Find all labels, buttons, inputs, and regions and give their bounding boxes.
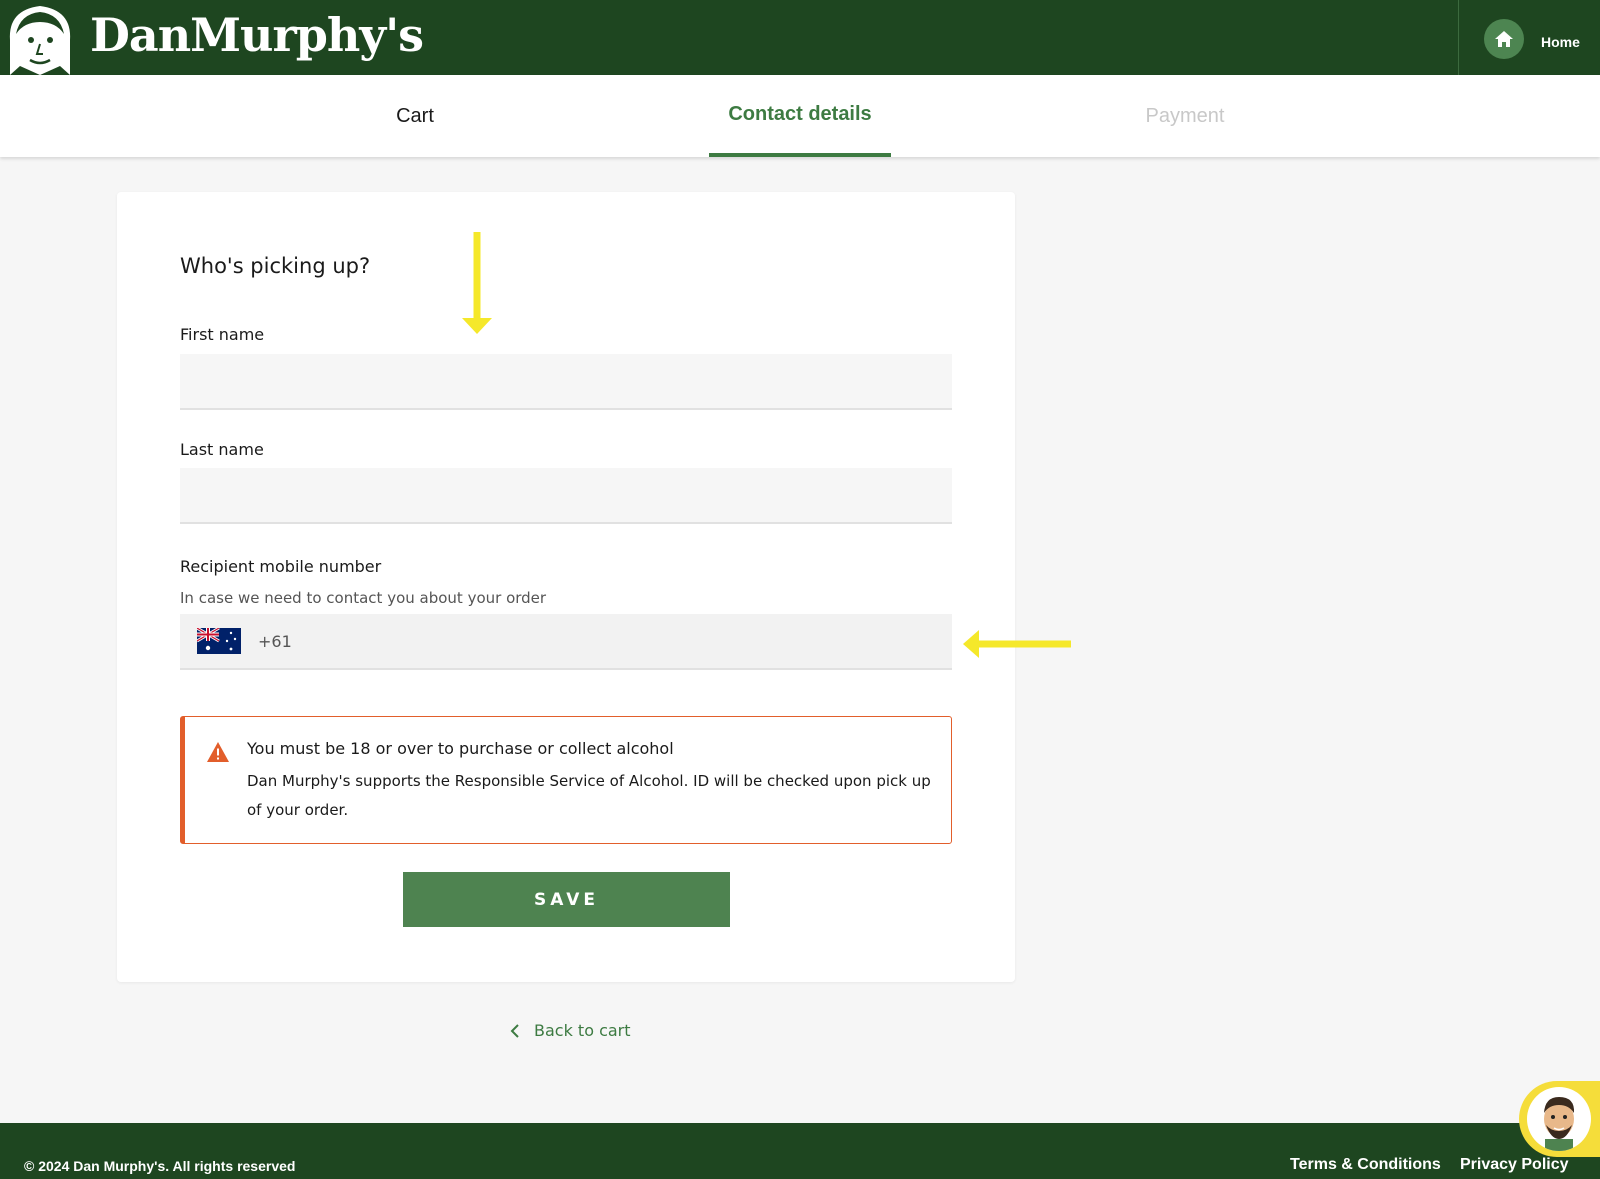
checkout-steps: Cart Contact details Payment — [0, 75, 1600, 157]
mobile-label: Recipient mobile number — [180, 557, 382, 576]
assistant-avatar-icon — [1544, 1097, 1575, 1151]
last-name-field[interactable] — [180, 468, 952, 524]
dan-murphy-logo-face[interactable] — [0, 0, 80, 75]
privacy-link[interactable]: Privacy Policy — [1460, 1156, 1569, 1174]
country-code: +61 — [258, 631, 292, 651]
mobile-number-field[interactable]: +61 — [180, 614, 952, 670]
pickup-form-card: Who's picking up? First name Last name R… — [117, 192, 1015, 982]
page-footer: © 2024 Dan Murphy's. All rights reserved… — [0, 1123, 1600, 1179]
first-name-field[interactable] — [180, 354, 952, 410]
step-contact-details[interactable]: Contact details — [709, 75, 891, 157]
home-icon — [1495, 31, 1513, 47]
back-to-cart-link[interactable]: Back to cart — [510, 1021, 631, 1040]
warning-title: You must be 18 or over to purchase or co… — [247, 739, 674, 758]
last-name-label: Last name — [180, 440, 264, 459]
save-button[interactable]: SAVE — [403, 872, 730, 927]
chat-widget[interactable] — [1519, 1081, 1600, 1157]
age-warning-box: You must be 18 or over to purchase or co… — [180, 716, 952, 844]
home-button[interactable] — [1484, 19, 1524, 59]
copyright-text: © 2024 Dan Murphy's. All rights reserved — [24, 1158, 296, 1174]
form-title: Who's picking up? — [180, 254, 371, 278]
australia-flag-icon[interactable] — [197, 628, 241, 654]
step-payment: Payment — [1145, 104, 1225, 127]
top-header: DanMurphy's Home — [0, 0, 1600, 75]
annotation-arrow-left — [963, 630, 1071, 658]
terms-link[interactable]: Terms & Conditions — [1290, 1156, 1441, 1174]
annotation-arrow-down — [462, 232, 492, 334]
back-to-cart-label: Back to cart — [534, 1021, 631, 1040]
home-label[interactable]: Home — [1541, 34, 1580, 50]
step-cart[interactable]: Cart — [320, 75, 510, 157]
warning-body: Dan Murphy's supports the Responsible Se… — [247, 772, 931, 819]
warning-triangle-icon — [207, 742, 229, 762]
header-divider — [1458, 0, 1459, 75]
chat-avatar[interactable] — [1527, 1087, 1591, 1151]
brand-logo-text[interactable]: DanMurphy's — [90, 8, 424, 62]
mobile-help-text: In case we need to contact you about you… — [180, 589, 547, 607]
chevron-left-icon — [510, 1023, 519, 1038]
first-name-label: First name — [180, 325, 265, 344]
